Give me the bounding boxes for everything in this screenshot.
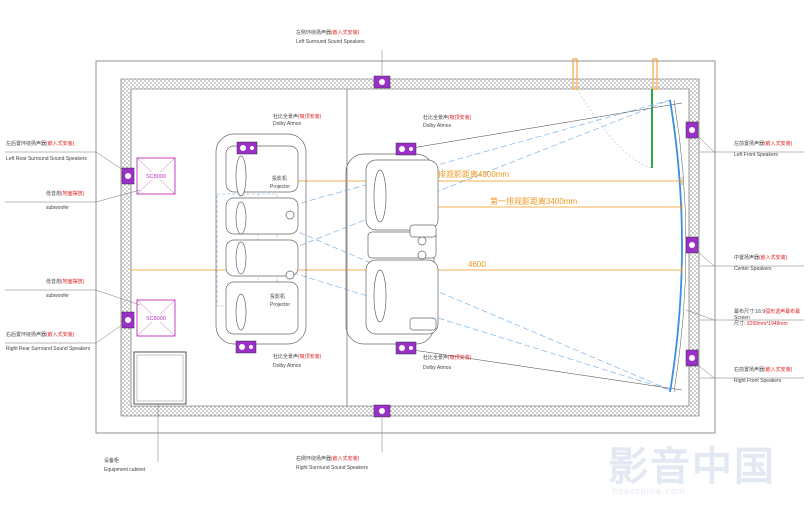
label-left-surround: 左侧环绕扬声器(嵌入式安装) Left Surround Sound Speak… bbox=[296, 29, 365, 45]
svg-text:中置扬声器(嵌入式安装): 中置扬声器(嵌入式安装) bbox=[734, 254, 788, 261]
speaker-left-front bbox=[685, 121, 699, 139]
projector-beams bbox=[257, 99, 671, 391]
label-screen: 幕布尺寸:16:9弧形透声幕布幕 Screen 尺寸: 3299mm*1949m… bbox=[734, 308, 800, 327]
svg-text:Right Rear Surround Sound Spea: Right Rear Surround Sound Speakers bbox=[6, 346, 91, 352]
svg-text:Right Surround Sound Speakers: Right Surround Sound Speakers bbox=[296, 465, 368, 471]
svg-text:尺寸: 3299mm*1949mm: 尺寸: 3299mm*1949mm bbox=[734, 320, 788, 327]
label-right-surround: 右侧环绕扬声器(嵌入式安装) Right Surround Sound Spea… bbox=[296, 455, 368, 471]
equipment-cabinet bbox=[133, 351, 187, 405]
svg-text:Projector: Projector bbox=[270, 184, 290, 190]
svg-text:幕布尺寸:16:9弧形透声幕布幕: 幕布尺寸:16:9弧形透声幕布幕 bbox=[734, 308, 800, 315]
svg-text:Dolby Atmos: Dolby Atmos bbox=[273, 363, 302, 369]
label-atmos-4: 杜比全景声(吸顶安装) Dolby Atmos bbox=[423, 354, 472, 371]
svg-text:Dolby Atmos: Dolby Atmos bbox=[273, 121, 302, 127]
front-row-sofa bbox=[345, 153, 439, 345]
svg-text:投影机: 投影机 bbox=[272, 175, 287, 182]
subwoofer-1: SC8000 bbox=[136, 157, 176, 195]
svg-text:Dolby Atmos: Dolby Atmos bbox=[423, 123, 452, 129]
svg-text:左前置扬声器(嵌入式安装): 左前置扬声器(嵌入式安装) bbox=[734, 140, 793, 147]
svg-text:左后置环绕扬声器(嵌入式安装): 左后置环绕扬声器(嵌入式安装) bbox=[6, 140, 75, 147]
svg-text:Projector: Projector bbox=[270, 302, 290, 308]
svg-text:右侧环绕扬声器(嵌入式安装): 右侧环绕扬声器(嵌入式安装) bbox=[296, 455, 360, 462]
svg-text:Equipment cabinet: Equipment cabinet bbox=[104, 467, 146, 473]
svg-text:低音炮(地面摆放): 低音炮(地面摆放) bbox=[46, 190, 85, 197]
total-distance-label: 4600 bbox=[468, 260, 486, 269]
label-center: 中置扬声器(嵌入式安装) Center Speakers bbox=[734, 254, 788, 272]
svg-text:杜比全景声(吸顶安装): 杜比全景声(吸顶安装) bbox=[273, 353, 322, 360]
svg-text:Left Surround Sound Speakers: Left Surround Sound Speakers bbox=[296, 39, 365, 45]
label-atmos-1: 杜比全景声(吸顶安装) Dolby Atmos bbox=[273, 113, 322, 127]
floor-plan: 第二排观影距离4900mm 第一排观影距离3400mm 4600 SC8000 … bbox=[5, 29, 804, 496]
speaker-right-rear bbox=[121, 311, 135, 329]
label-atmos-2: 杜比全景声(吸顶安装) Dolby Atmos bbox=[273, 353, 322, 369]
back-row-sofa bbox=[215, 133, 307, 345]
label-right-rear: 右后置环绕扬声器(嵌入式安装) Right Rear Surround Soun… bbox=[6, 331, 91, 352]
atmos-speaker-2 bbox=[235, 340, 257, 354]
label-equipment: 设备柜 Equipment cabinet bbox=[104, 457, 146, 473]
label-left-rear: 左后置环绕扬声器(嵌入式安装) Left Rear Surround Sound… bbox=[6, 140, 87, 162]
svg-text:杜比全景声(吸顶安装): 杜比全景声(吸顶安装) bbox=[423, 114, 472, 121]
svg-text:影音中国: 影音中国 bbox=[608, 445, 776, 489]
label-left-front: 左前置扬声器(嵌入式安装) Left Front Speakers bbox=[734, 140, 793, 158]
subwoofer-2: SC8000 bbox=[136, 299, 176, 337]
svg-text:Dolby Atmos: Dolby Atmos bbox=[423, 365, 452, 371]
svg-text:Center Speakers: Center Speakers bbox=[734, 266, 772, 272]
atmos-speaker-1 bbox=[236, 141, 258, 155]
svg-text:subwoofer: subwoofer bbox=[46, 293, 69, 299]
atmos-speaker-3 bbox=[395, 142, 417, 156]
svg-text:右后置环绕扬声器(嵌入式安装): 右后置环绕扬声器(嵌入式安装) bbox=[6, 331, 75, 338]
label-subwoofer-1: 低音炮(地面摆放) subwoofer bbox=[46, 190, 85, 211]
svg-text:右前置扬声器(嵌入式安装): 右前置扬声器(嵌入式安装) bbox=[734, 366, 793, 373]
svg-text:Left Front Speakers: Left Front Speakers bbox=[734, 152, 778, 158]
svg-text:投影机: 投影机 bbox=[270, 293, 285, 300]
svg-text:低音炮(地面摆放): 低音炮(地面摆放) bbox=[46, 278, 85, 285]
svg-text:左侧环绕扬声器(嵌入式安装): 左侧环绕扬声器(嵌入式安装) bbox=[296, 29, 360, 36]
row1-distance-label: 第一排观影距离3400mm bbox=[490, 196, 577, 206]
svg-text:Left Rear Surround Sound Speak: Left Rear Surround Sound Speakers bbox=[6, 156, 87, 162]
label-subwoofer-2: 低音炮(地面摆放) subwoofer bbox=[46, 278, 85, 299]
subwoofer-2-model: SC8000 bbox=[146, 316, 166, 322]
svg-text:杜比全景声(吸顶安装): 杜比全景声(吸顶安装) bbox=[273, 113, 322, 120]
svg-text:hdavchina.com: hdavchina.com bbox=[612, 486, 686, 496]
speaker-center bbox=[685, 236, 699, 254]
svg-text:subwoofer: subwoofer bbox=[46, 205, 69, 211]
label-right-front: 右前置扬声器(嵌入式安装) Right Front Speakers bbox=[734, 366, 793, 384]
atmos-speaker-4 bbox=[395, 341, 417, 355]
label-atmos-3: 杜比全景声(吸顶安装) Dolby Atmos bbox=[423, 114, 472, 129]
subwoofer-1-model: SC8000 bbox=[146, 174, 166, 180]
speaker-lines bbox=[405, 102, 683, 391]
svg-text:Right Front Speakers: Right Front Speakers bbox=[734, 378, 782, 384]
svg-text:杜比全景声(吸顶安装): 杜比全景声(吸顶安装) bbox=[423, 354, 472, 361]
door bbox=[572, 58, 658, 169]
watermark: 影音中国 hdavchina.com bbox=[608, 445, 776, 496]
svg-text:设备柜: 设备柜 bbox=[104, 457, 119, 464]
